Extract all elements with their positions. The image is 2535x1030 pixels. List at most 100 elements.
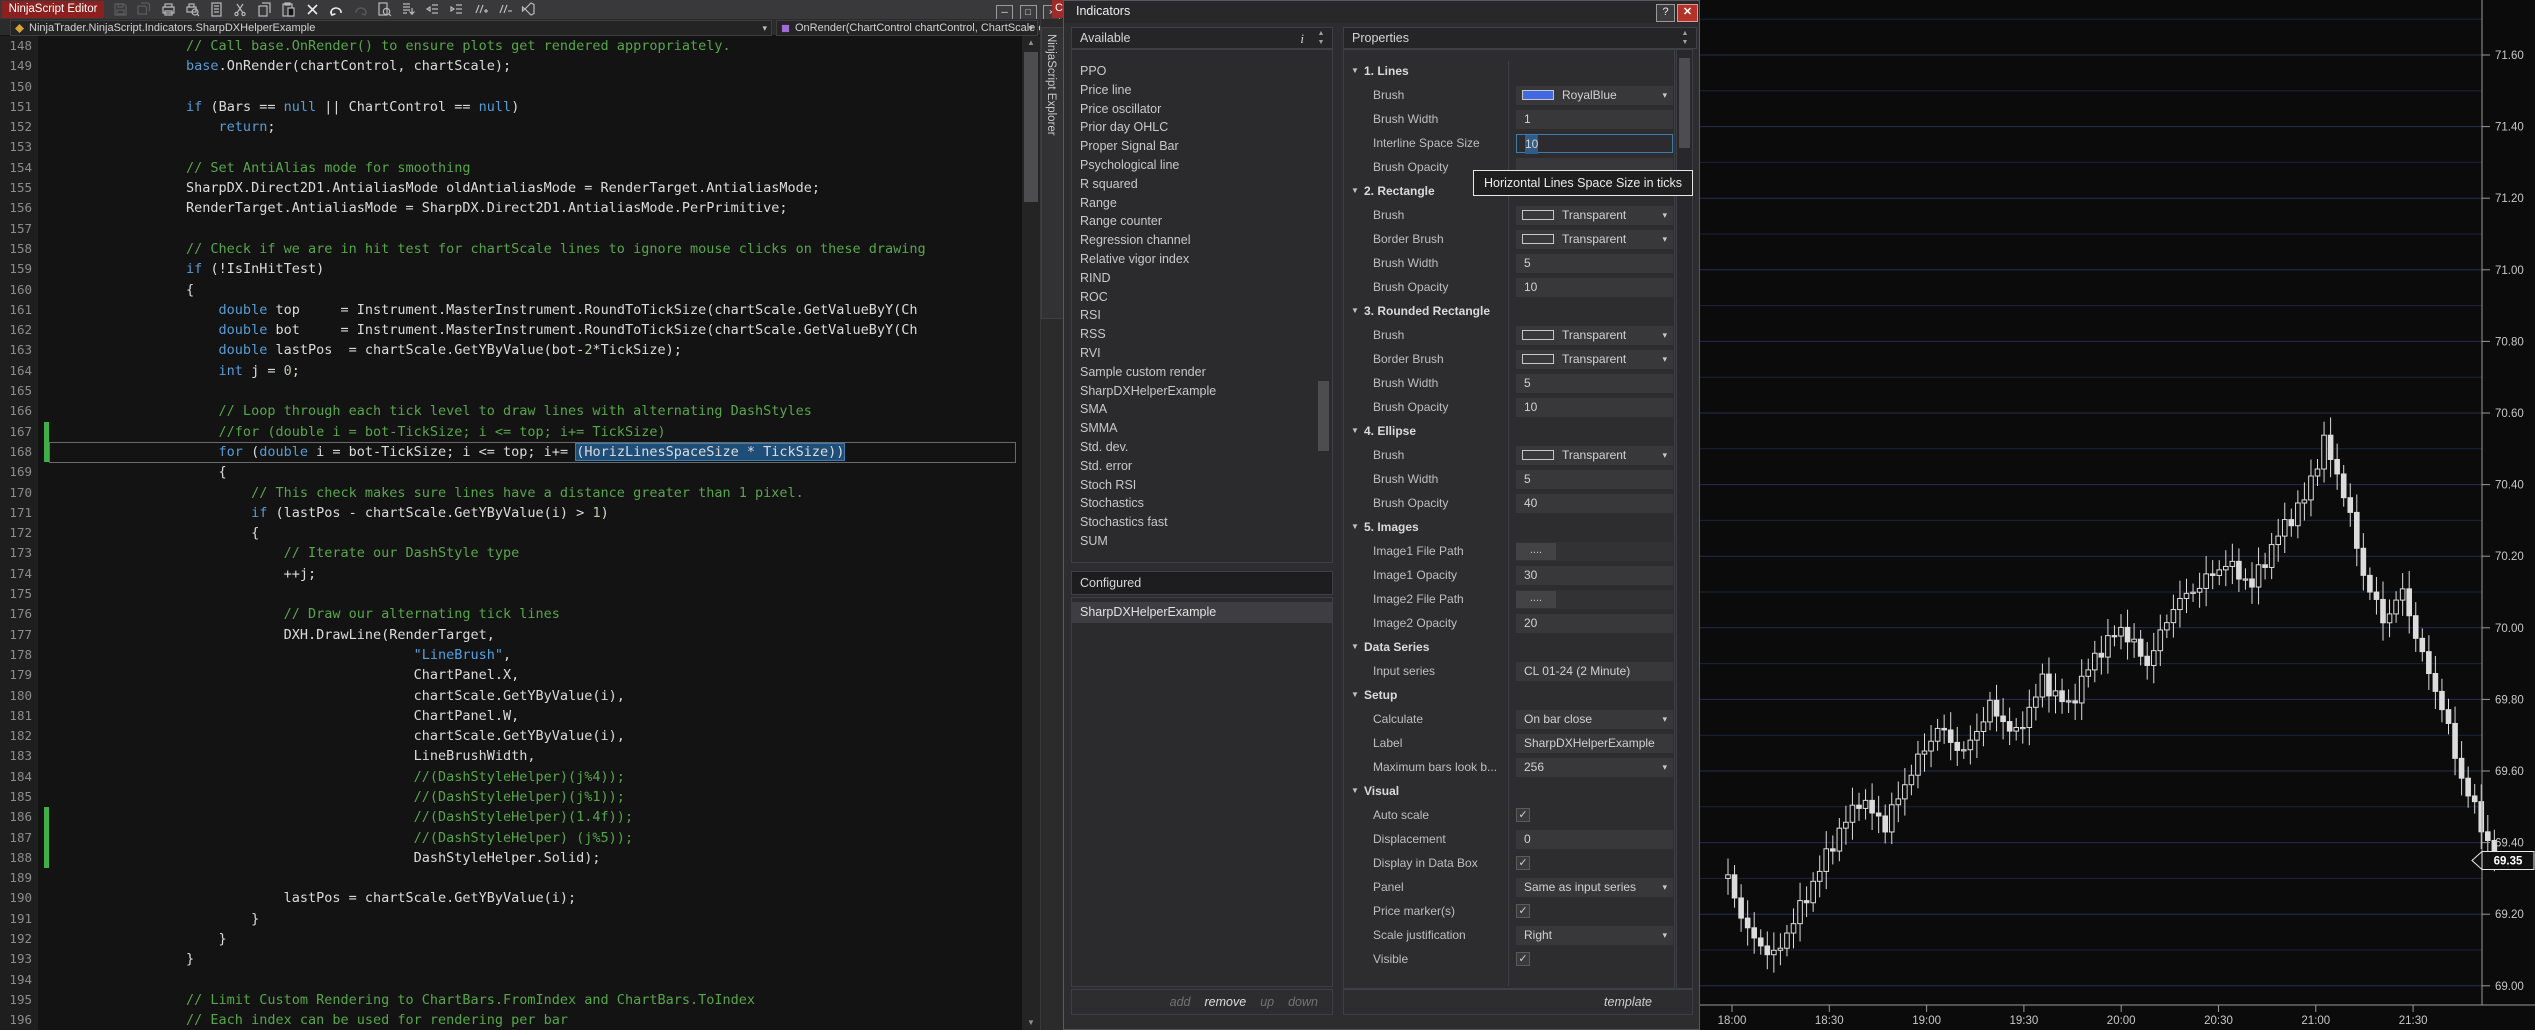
value-input[interactable]: 30 <box>1516 566 1673 585</box>
code-line[interactable]: 188 DashStyleHelper.Solid); <box>0 848 1022 868</box>
scrollbar-thumb[interactable] <box>1024 52 1038 202</box>
code-line[interactable]: 161 double top = Instrument.MasterInstru… <box>0 300 1022 320</box>
collapse-arrow-icon[interactable]: ▼ <box>1351 642 1359 651</box>
collapse-arrow-icon[interactable]: ▼ <box>1351 522 1359 531</box>
brush-dropdown[interactable]: RoyalBlue▾ <box>1516 86 1673 105</box>
code-line[interactable]: 151 if (Bars == null || ChartControl == … <box>0 97 1022 117</box>
available-item[interactable]: R squared <box>1072 175 1332 194</box>
brush-dropdown[interactable]: Transparent▾ <box>1516 350 1673 369</box>
available-item[interactable]: RSS <box>1072 325 1332 344</box>
compile-icon[interactable] <box>400 1 417 18</box>
code-line[interactable]: 166 // Loop through each tick level to d… <box>0 401 1022 421</box>
collapse-arrow-icon[interactable]: ▼ <box>1351 186 1359 195</box>
code-line[interactable]: 185 //(DashStyleHelper)(j%1)); <box>0 787 1022 807</box>
code-line[interactable]: 172 { <box>0 523 1022 543</box>
code-line[interactable]: 154 // Set AntiAlias mode for smoothing <box>0 158 1022 178</box>
code-line[interactable]: 171 if (lastPos - chartScale.GetYByValue… <box>0 503 1022 523</box>
value-dropdown[interactable]: On bar close▾ <box>1516 710 1673 729</box>
print-icon[interactable] <box>160 1 177 18</box>
code-line[interactable]: 186 //(DashStyleHelper)(1.4f)); <box>0 807 1022 827</box>
method-dropdown[interactable]: OnRender(ChartControl chartControl, Char… <box>776 20 1038 36</box>
code-line[interactable]: 148 // Call base.OnRender() to ensure pl… <box>0 36 1022 56</box>
code-line[interactable]: 177 DXH.DrawLine(RenderTarget, <box>0 625 1022 645</box>
available-item[interactable]: RVI <box>1072 344 1332 363</box>
available-item[interactable]: Stoch RSI <box>1072 476 1332 495</box>
cut-icon[interactable] <box>232 1 249 18</box>
checkbox[interactable]: ✓ <box>1516 808 1530 822</box>
code-line[interactable]: 164 int j = 0; <box>0 361 1022 381</box>
available-item[interactable]: Regression channel <box>1072 231 1332 250</box>
value-input[interactable]: 40 <box>1516 494 1673 513</box>
available-item[interactable]: Stochastics fast <box>1072 513 1332 532</box>
paste-icon[interactable] <box>280 1 297 18</box>
collapse-arrow-icon[interactable]: ▼ <box>1351 426 1359 435</box>
available-indicators-list[interactable]: PPOPrice linePrice oscillatorPrior day O… <box>1071 49 1333 563</box>
available-item[interactable]: Prior day OHLC <box>1072 118 1332 137</box>
value-input[interactable]: 5 <box>1516 470 1673 489</box>
indent-icon[interactable] <box>448 1 465 18</box>
code-line[interactable]: 182 chartScale.GetYByValue(i), <box>0 726 1022 746</box>
collapse-arrow-icon[interactable]: ▼ <box>1351 786 1359 795</box>
scroll-up-icon[interactable]: ▲ <box>1022 36 1040 50</box>
find-references-icon[interactable] <box>376 1 393 18</box>
code-vertical-scrollbar[interactable]: ▲ ▼ <box>1022 36 1040 1030</box>
value-input[interactable]: SharpDXHelperExample <box>1516 734 1673 753</box>
code-line[interactable]: 190 lastPos = chartScale.GetYByValue(i); <box>0 888 1022 908</box>
available-item[interactable]: Sample custom render <box>1072 363 1332 382</box>
visual-studio-icon[interactable] <box>520 1 537 18</box>
comment-icon[interactable] <box>472 1 489 18</box>
page-template-icon[interactable] <box>208 1 225 18</box>
available-item[interactable]: PPO <box>1072 62 1332 81</box>
available-list-scrollbar[interactable] <box>1317 51 1331 561</box>
code-line[interactable]: 153 <box>0 137 1022 157</box>
print-preview-icon[interactable] <box>184 1 201 18</box>
remove-button[interactable]: remove <box>1205 995 1247 1009</box>
available-item[interactable]: SMMA <box>1072 419 1332 438</box>
value-dropdown[interactable]: 256▾ <box>1516 758 1673 777</box>
scroll-arrows-icon[interactable]: ▲▼ <box>1678 29 1692 48</box>
configured-indicators-list[interactable]: SharpDXHelperExample <box>1071 597 1333 987</box>
checkbox[interactable]: ✓ <box>1516 952 1530 966</box>
code-line[interactable]: 193 } <box>0 949 1022 969</box>
value-input-focused[interactable]: 10 <box>1516 134 1673 153</box>
available-item[interactable]: Std. error <box>1072 457 1332 476</box>
code-line[interactable]: 195 // Limit Custom Rendering to ChartBa… <box>0 990 1022 1010</box>
available-item[interactable]: Price oscillator <box>1072 100 1332 119</box>
code-line[interactable]: 180 chartScale.GetYByValue(i), <box>0 686 1022 706</box>
close-icon[interactable]: ✕ <box>1677 4 1698 22</box>
code-line[interactable]: 189 <box>0 868 1022 888</box>
value-input[interactable]: 0 <box>1516 830 1673 849</box>
available-item[interactable]: RIND <box>1072 269 1332 288</box>
code-line[interactable]: 157 <box>0 219 1022 239</box>
code-line[interactable]: 169 { <box>0 462 1022 482</box>
code-line[interactable]: 158 // Check if we are in hit test for c… <box>0 239 1022 259</box>
value-input[interactable]: 10 <box>1516 398 1673 417</box>
info-button[interactable]: i <box>1300 29 1304 49</box>
ninjascript-explorer-tab[interactable]: NinjaScript Explorer <box>1041 27 1065 319</box>
configured-item-selected[interactable]: SharpDXHelperExample <box>1072 602 1332 623</box>
code-line[interactable]: 175 <box>0 584 1022 604</box>
collapse-arrow-icon[interactable]: ▼ <box>1351 66 1359 75</box>
code-line[interactable]: 163 double lastPos = chartScale.GetYByVa… <box>0 340 1022 360</box>
browse-button[interactable]: .... <box>1516 543 1556 560</box>
code-line[interactable]: 196 // Each index can be used for render… <box>0 1010 1022 1030</box>
code-line[interactable]: 192 } <box>0 929 1022 949</box>
code-line[interactable]: 179 ChartPanel.X, <box>0 665 1022 685</box>
code-line[interactable]: 160 { <box>0 280 1022 300</box>
available-item[interactable]: Price line <box>1072 81 1332 100</box>
brush-dropdown[interactable]: Transparent▾ <box>1516 446 1673 465</box>
outdent-icon[interactable] <box>424 1 441 18</box>
minimize-button[interactable]: ─ <box>996 5 1013 20</box>
scrollbar-thumb[interactable] <box>1679 58 1690 148</box>
scroll-arrows-icon[interactable]: ▲▼ <box>1314 29 1328 48</box>
value-dropdown[interactable]: Same as input series▾ <box>1516 878 1673 897</box>
code-line[interactable]: 165 <box>0 381 1022 401</box>
available-item[interactable]: Stochastics <box>1072 494 1332 513</box>
code-line[interactable]: 174 ++j; <box>0 564 1022 584</box>
checkbox[interactable]: ✓ <box>1516 856 1530 870</box>
code-line[interactable]: 176 // Draw our alternating tick lines <box>0 604 1022 624</box>
code-line[interactable]: 170 // This check makes sure lines have … <box>0 483 1022 503</box>
value-input[interactable]: 5 <box>1516 374 1673 393</box>
uncomment-icon[interactable] <box>496 1 513 18</box>
code-line[interactable]: 149 base.OnRender(chartControl, chartSca… <box>0 56 1022 76</box>
